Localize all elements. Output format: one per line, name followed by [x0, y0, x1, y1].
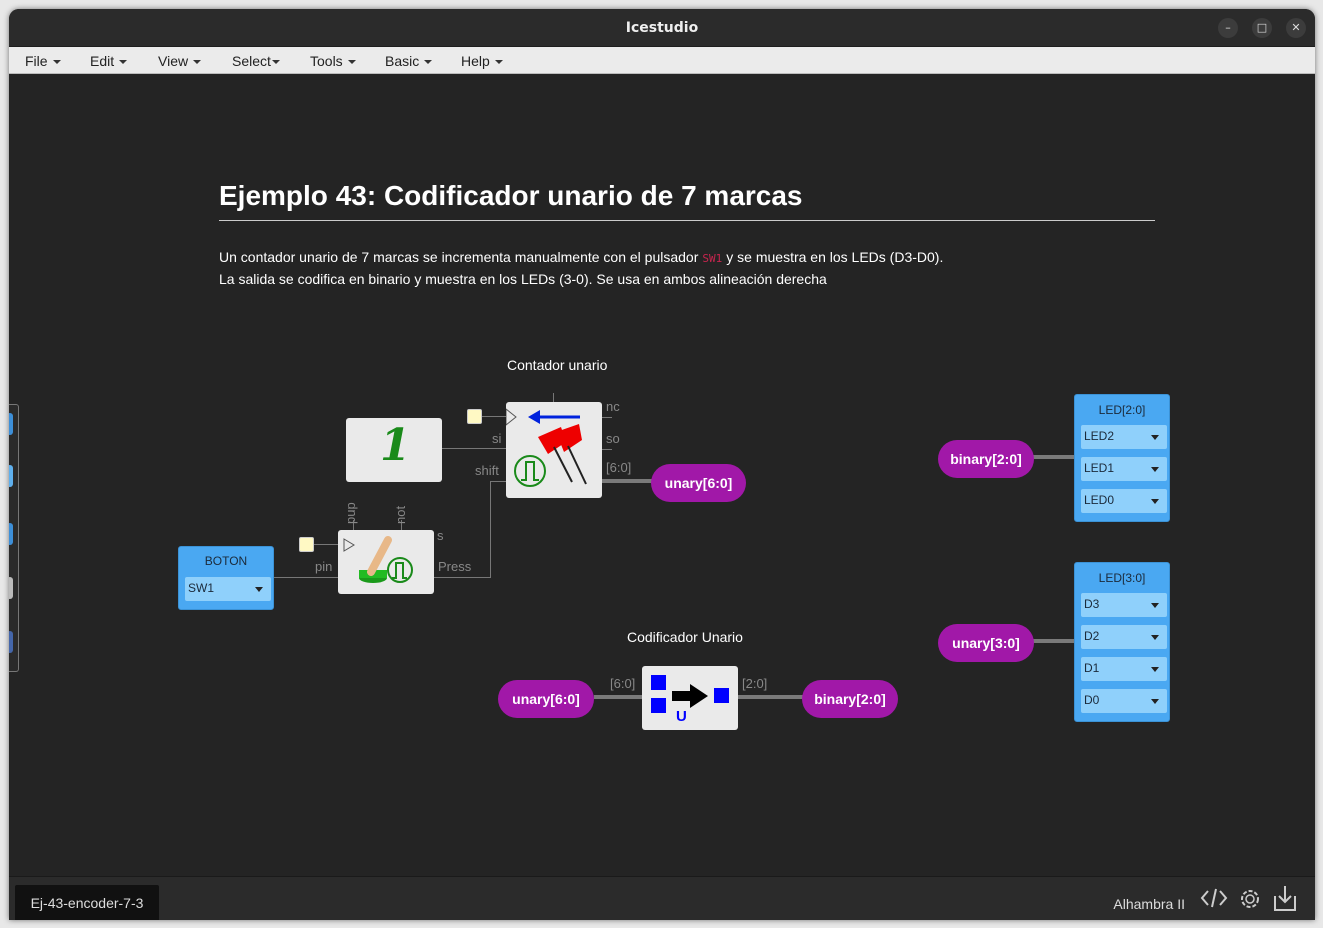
pin-press: Press — [438, 559, 472, 574]
shift-register-block[interactable] — [505, 402, 602, 498]
minimize-button[interactable]: – — [1218, 18, 1238, 38]
left-dock[interactable] — [9, 404, 19, 672]
pin-bus-out: [6:0] — [606, 460, 632, 475]
boton-pin-select[interactable]: SW1 — [185, 577, 271, 601]
maximize-button[interactable]: □ — [1252, 18, 1272, 38]
chevron-down-icon — [1151, 467, 1159, 472]
chevron-down-icon — [1151, 499, 1159, 504]
menu-help[interactable]: Help — [461, 53, 503, 69]
design-canvas[interactable]: Ejemplo 43: Codificador unario de 7 marc… — [9, 74, 1315, 876]
chevron-down-icon — [1151, 699, 1159, 704]
heading-divider — [219, 220, 1155, 221]
build-gear-icon[interactable] — [1237, 886, 1263, 912]
info-heading: Ejemplo 43: Codificador unario de 7 marc… — [219, 180, 803, 211]
led30-output-block[interactable]: LED[3:0] D3 D2 D1 D0 — [1074, 562, 1170, 722]
menu-bar: File Edit View Select Tools Basic Help — [9, 47, 1315, 74]
label-unary-in[interactable]: unary[6:0] — [498, 680, 594, 718]
menu-view[interactable]: View — [158, 53, 202, 69]
constant-marker[interactable] — [467, 409, 482, 424]
led30-title: LED[3:0] — [1098, 571, 1146, 585]
constant-marker[interactable] — [299, 537, 314, 552]
svg-text:U: U — [676, 708, 687, 725]
chevron-down-icon — [255, 587, 263, 592]
chevron-down-icon — [1151, 603, 1159, 608]
push-pin-icon — [505, 407, 587, 487]
caret-down-icon — [494, 60, 503, 65]
upload-icon[interactable] — [1273, 884, 1297, 912]
pin-not: not — [393, 505, 408, 524]
boton-title: BOTON — [204, 554, 248, 568]
close-button[interactable]: ✕ — [1286, 18, 1306, 38]
led20-select-2[interactable]: LED0 — [1081, 489, 1167, 513]
menu-basic[interactable]: Basic — [385, 53, 433, 69]
code-icon[interactable] — [1200, 887, 1228, 909]
info-line-2: La salida se codifica en binario y muest… — [219, 271, 827, 287]
chevron-down-icon — [1151, 667, 1159, 672]
pin-si: si — [492, 431, 502, 446]
window-title: Icestudio — [625, 20, 699, 36]
label-unary3[interactable]: unary[3:0] — [938, 624, 1034, 662]
chevron-down-icon — [1151, 435, 1159, 440]
menu-file[interactable]: File — [25, 53, 61, 69]
pin-shift: shift — [475, 463, 499, 478]
encoder-arrow-icon: U — [651, 675, 729, 725]
encoder-block[interactable]: U — [642, 666, 738, 730]
led20-select-0[interactable]: LED2 — [1081, 425, 1167, 449]
caret-down-icon — [52, 60, 61, 65]
pin-s: s — [437, 528, 444, 543]
led20-title: LED[2:0] — [1098, 403, 1146, 417]
led30-select-1[interactable]: D2 — [1081, 625, 1167, 649]
number-one-icon: 1 — [380, 420, 411, 471]
board-name[interactable]: Alhambra II — [1113, 896, 1185, 912]
led30-select-0[interactable]: D3 — [1081, 593, 1167, 617]
label-binary-out[interactable]: binary[2:0] — [802, 680, 898, 718]
label-binary-in[interactable]: binary[2:0] — [938, 440, 1034, 478]
pin-so: so — [606, 431, 620, 446]
caret-down-icon — [424, 60, 433, 65]
pin-pin: pin — [315, 559, 333, 574]
constant-one-block[interactable]: 1 — [346, 418, 442, 482]
led20-select-1[interactable]: LED1 — [1081, 457, 1167, 481]
led30-select-3[interactable]: D0 — [1081, 689, 1167, 713]
caret-down-icon — [347, 60, 356, 65]
debounce-button-block[interactable] — [338, 530, 434, 594]
menu-edit[interactable]: Edit — [90, 53, 128, 69]
codificador-label: Codificador Unario — [627, 629, 743, 645]
led30-select-2[interactable]: D1 — [1081, 657, 1167, 681]
status-bar: Ej-43-encoder-7-3 Alhambra II — [9, 876, 1315, 920]
pin-nc: nc — [606, 399, 620, 414]
title-bar: Icestudio – □ ✕ — [9, 9, 1315, 47]
led20-output-block[interactable]: LED[2:0] LED2 LED1 LED0 — [1074, 394, 1170, 522]
menu-select[interactable]: Select — [232, 53, 280, 69]
caret-down-icon — [193, 60, 202, 65]
boton-input-block[interactable]: BOTON SW1 — [178, 546, 274, 610]
caret-down-icon — [271, 60, 280, 65]
chevron-down-icon — [1151, 635, 1159, 640]
pin-pup: pup — [343, 502, 358, 524]
file-tab[interactable]: Ej-43-encoder-7-3 — [15, 885, 159, 920]
push-button-icon — [343, 536, 413, 583]
pin-encoder-in: [6:0] — [610, 676, 636, 691]
menu-tools[interactable]: Tools — [310, 53, 356, 69]
app-window: Icestudio – □ ✕ File Edit View Select To… — [9, 9, 1315, 920]
contador-label: Contador unario — [507, 357, 608, 373]
info-line-1: Un contador unario de 7 marcas se increm… — [219, 249, 944, 265]
pin-encoder-out: [2:0] — [742, 676, 768, 691]
label-unary-out[interactable]: unary[6:0] — [651, 464, 746, 502]
caret-down-icon — [119, 60, 128, 65]
